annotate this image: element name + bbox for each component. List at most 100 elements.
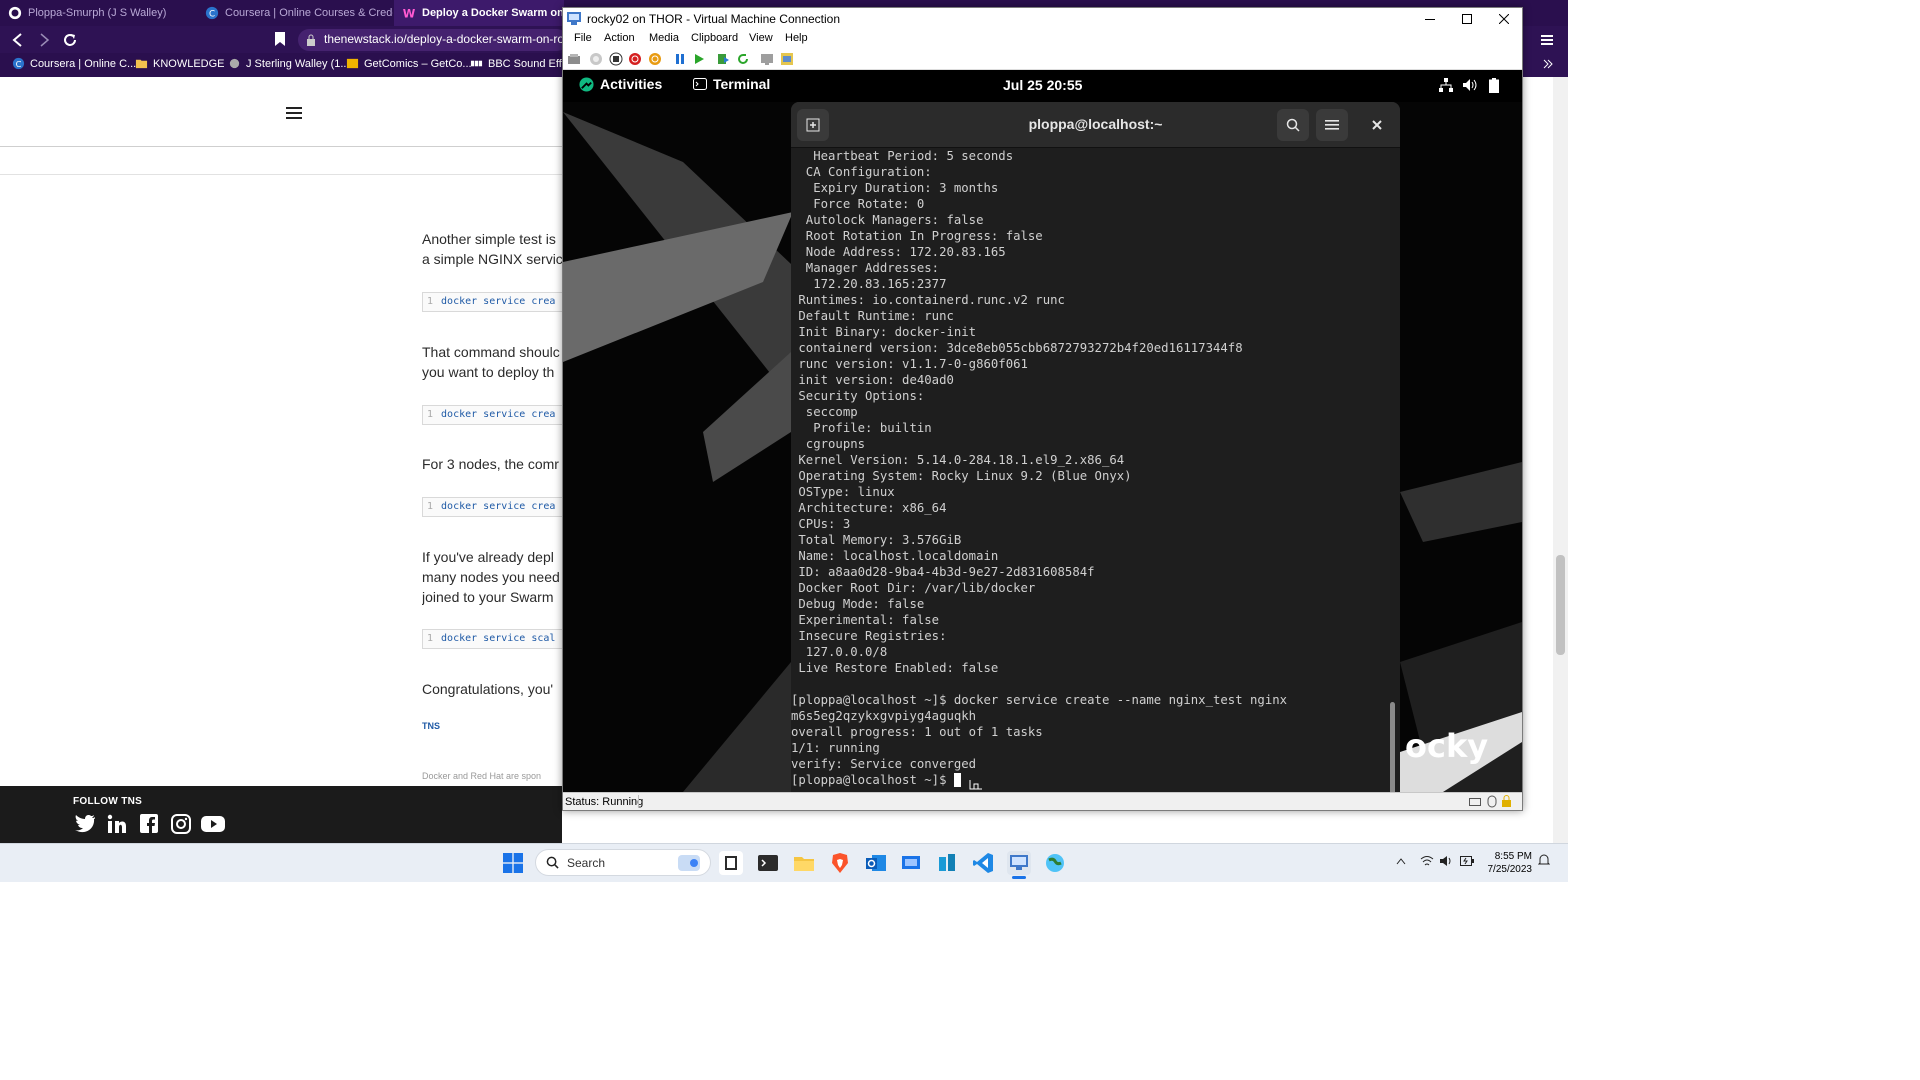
- status-divider: [638, 795, 639, 808]
- notifications-icon[interactable]: [1538, 853, 1550, 867]
- taskbar-search[interactable]: Search: [535, 849, 711, 876]
- speaker-icon[interactable]: [1440, 855, 1452, 867]
- terminal-output[interactable]: Heartbeat Period: 5 seconds CA Configura…: [791, 148, 1389, 792]
- battery-charging-icon[interactable]: [1460, 856, 1474, 866]
- gnome-system-menu[interactable]: [1439, 78, 1499, 93]
- shut-down-icon[interactable]: [628, 52, 642, 66]
- tns-tag-link[interactable]: TNS: [422, 721, 440, 731]
- reload-icon[interactable]: [62, 32, 78, 48]
- taskbar-terminal[interactable]: [756, 851, 780, 875]
- terminal-menu-button[interactable]: [1316, 109, 1348, 141]
- taskbar-time: 8:55 PM: [1494, 851, 1532, 862]
- browser-toolbar-right: [1523, 26, 1568, 77]
- comics-icon: [346, 58, 359, 69]
- resume-icon[interactable]: [692, 52, 706, 66]
- taskbar-brave[interactable]: [828, 851, 852, 875]
- ctrl-alt-del-icon[interactable]: [567, 52, 581, 66]
- turn-off-icon[interactable]: [609, 52, 623, 66]
- terminal-line: OSType: linux: [791, 485, 895, 499]
- task-view-button[interactable]: [719, 851, 743, 875]
- facebook-icon[interactable]: [138, 814, 160, 834]
- taskbar-globe-app[interactable]: [1043, 851, 1067, 875]
- windows-terminal-icon: [758, 855, 778, 871]
- close-icon: [1372, 120, 1382, 130]
- taskbar-app-icon[interactable]: [935, 851, 959, 875]
- terminal-line: Architecture: x86_64: [791, 501, 947, 515]
- wifi-icon[interactable]: [1420, 855, 1434, 867]
- search-icon: [1286, 118, 1300, 132]
- menu-clipboard[interactable]: Clipboard: [691, 32, 738, 44]
- rocky-logo-icon: [579, 76, 594, 92]
- keyboard-icon: [1469, 798, 1481, 806]
- bookmark-coursera[interactable]: C Coursera | Online C...: [12, 57, 136, 70]
- taskbar-hyperv-connection[interactable]: [1007, 851, 1031, 875]
- terminal-line: 127.0.0.0/8: [791, 645, 888, 659]
- search-button[interactable]: [1277, 109, 1309, 141]
- instagram-icon[interactable]: [170, 814, 192, 834]
- terminal-window[interactable]: ploppa@localhost:~ Heartbeat Period: 5 s…: [791, 102, 1400, 792]
- vm-display[interactable]: Activities Terminal Jul 25 20:55 ocky pl…: [563, 70, 1522, 792]
- menu-file[interactable]: File: [574, 32, 592, 44]
- terminal-close-button[interactable]: [1361, 109, 1393, 141]
- enhanced-session-icon[interactable]: [760, 52, 774, 66]
- forward-icon[interactable]: [36, 32, 52, 48]
- hamburger-menu-icon[interactable]: [286, 106, 302, 120]
- start-icon[interactable]: [589, 52, 603, 66]
- gnome-clock[interactable]: Jul 25 20:55: [1003, 77, 1082, 93]
- terminal-line: init version: de40ad0: [791, 373, 954, 387]
- youtube-icon[interactable]: [201, 814, 225, 834]
- bookmark-bbc[interactable]: BBC Sound Effec: [470, 57, 573, 70]
- activities-button[interactable]: Activities: [579, 76, 662, 92]
- checkpoint-icon[interactable]: [716, 52, 730, 66]
- taskbar-vscode[interactable]: [971, 851, 995, 875]
- terminal-line: CPUs: 3: [791, 517, 851, 531]
- app-menu[interactable]: Terminal: [693, 76, 770, 92]
- code-block: 1 docker service crea: [422, 292, 572, 312]
- browser-tab-active[interactable]: W Deploy a Docker Swarm on Roc: [394, 0, 564, 26]
- twitter-icon[interactable]: [74, 814, 96, 834]
- taskbar-remote-desktop[interactable]: [899, 851, 923, 875]
- browser-tab-github[interactable]: Ploppa-Smurph (J S Walley): [0, 0, 196, 26]
- bookmark-page-icon[interactable]: [274, 32, 286, 46]
- active-indicator: [1012, 876, 1026, 879]
- pause-icon[interactable]: [673, 52, 687, 66]
- minimize-button[interactable]: [1412, 8, 1448, 30]
- show-hidden-icons-icon[interactable]: [1396, 857, 1406, 865]
- maximize-button[interactable]: [1449, 8, 1485, 30]
- close-button[interactable]: [1486, 8, 1522, 30]
- save-state-icon[interactable]: [648, 52, 662, 66]
- terminal-cursor: [954, 773, 962, 787]
- menu-help[interactable]: Help: [785, 32, 808, 44]
- menu-action[interactable]: Action: [604, 32, 635, 44]
- terminal-line: Default Runtime: runc: [791, 309, 954, 323]
- page-scrollbar[interactable]: [1553, 77, 1568, 843]
- terminal-scrollbar[interactable]: [1390, 702, 1395, 792]
- browser-tab-coursera[interactable]: C Coursera | Online Courses & Credentia: [197, 0, 393, 26]
- taskbar-file-explorer[interactable]: [792, 851, 816, 875]
- taskbar-outlook[interactable]: [864, 851, 888, 875]
- share-icon[interactable]: [780, 52, 794, 66]
- code-block: 1 docker service crea: [422, 497, 572, 517]
- bookmark-knowledge[interactable]: KNOWLEDGE: [135, 57, 225, 70]
- back-icon[interactable]: [10, 32, 26, 48]
- terminal-line: Heartbeat Period: 5 seconds: [791, 149, 1014, 163]
- mouse-icon: [1487, 795, 1497, 808]
- bookmark-jsterling[interactable]: J Sterling Walley (1...: [228, 57, 350, 70]
- address-bar[interactable]: thenewstack.io/deploy-a-docker-swarm-on-…: [298, 29, 568, 51]
- linkedin-icon[interactable]: [106, 814, 128, 834]
- terminal-line: Manager Addresses:: [791, 261, 940, 275]
- taskbar-clock[interactable]: 8:55 PM 7/25/2023: [1484, 850, 1533, 876]
- article-paragraph: a simple NGINX servic: [422, 251, 563, 267]
- windows-start-icon[interactable]: [503, 853, 523, 873]
- menu-media[interactable]: Media: [649, 32, 679, 44]
- globe-icon: [1046, 854, 1064, 872]
- tns-icon: W: [403, 6, 416, 20]
- bookmark-getcomics[interactable]: GetComics – GetCo...: [346, 57, 472, 70]
- menu-view[interactable]: View: [749, 32, 773, 44]
- menu-lines-icon[interactable]: [1541, 34, 1553, 46]
- terminal-line: 1/1: running: [791, 741, 880, 755]
- more-bookmarks-icon[interactable]: [1543, 59, 1553, 69]
- terminal-line: Kernel Version: 5.14.0-284.18.1.el9_2.x8…: [791, 453, 1125, 467]
- revert-icon[interactable]: [736, 52, 750, 66]
- page-scroll-thumb[interactable]: [1556, 555, 1565, 655]
